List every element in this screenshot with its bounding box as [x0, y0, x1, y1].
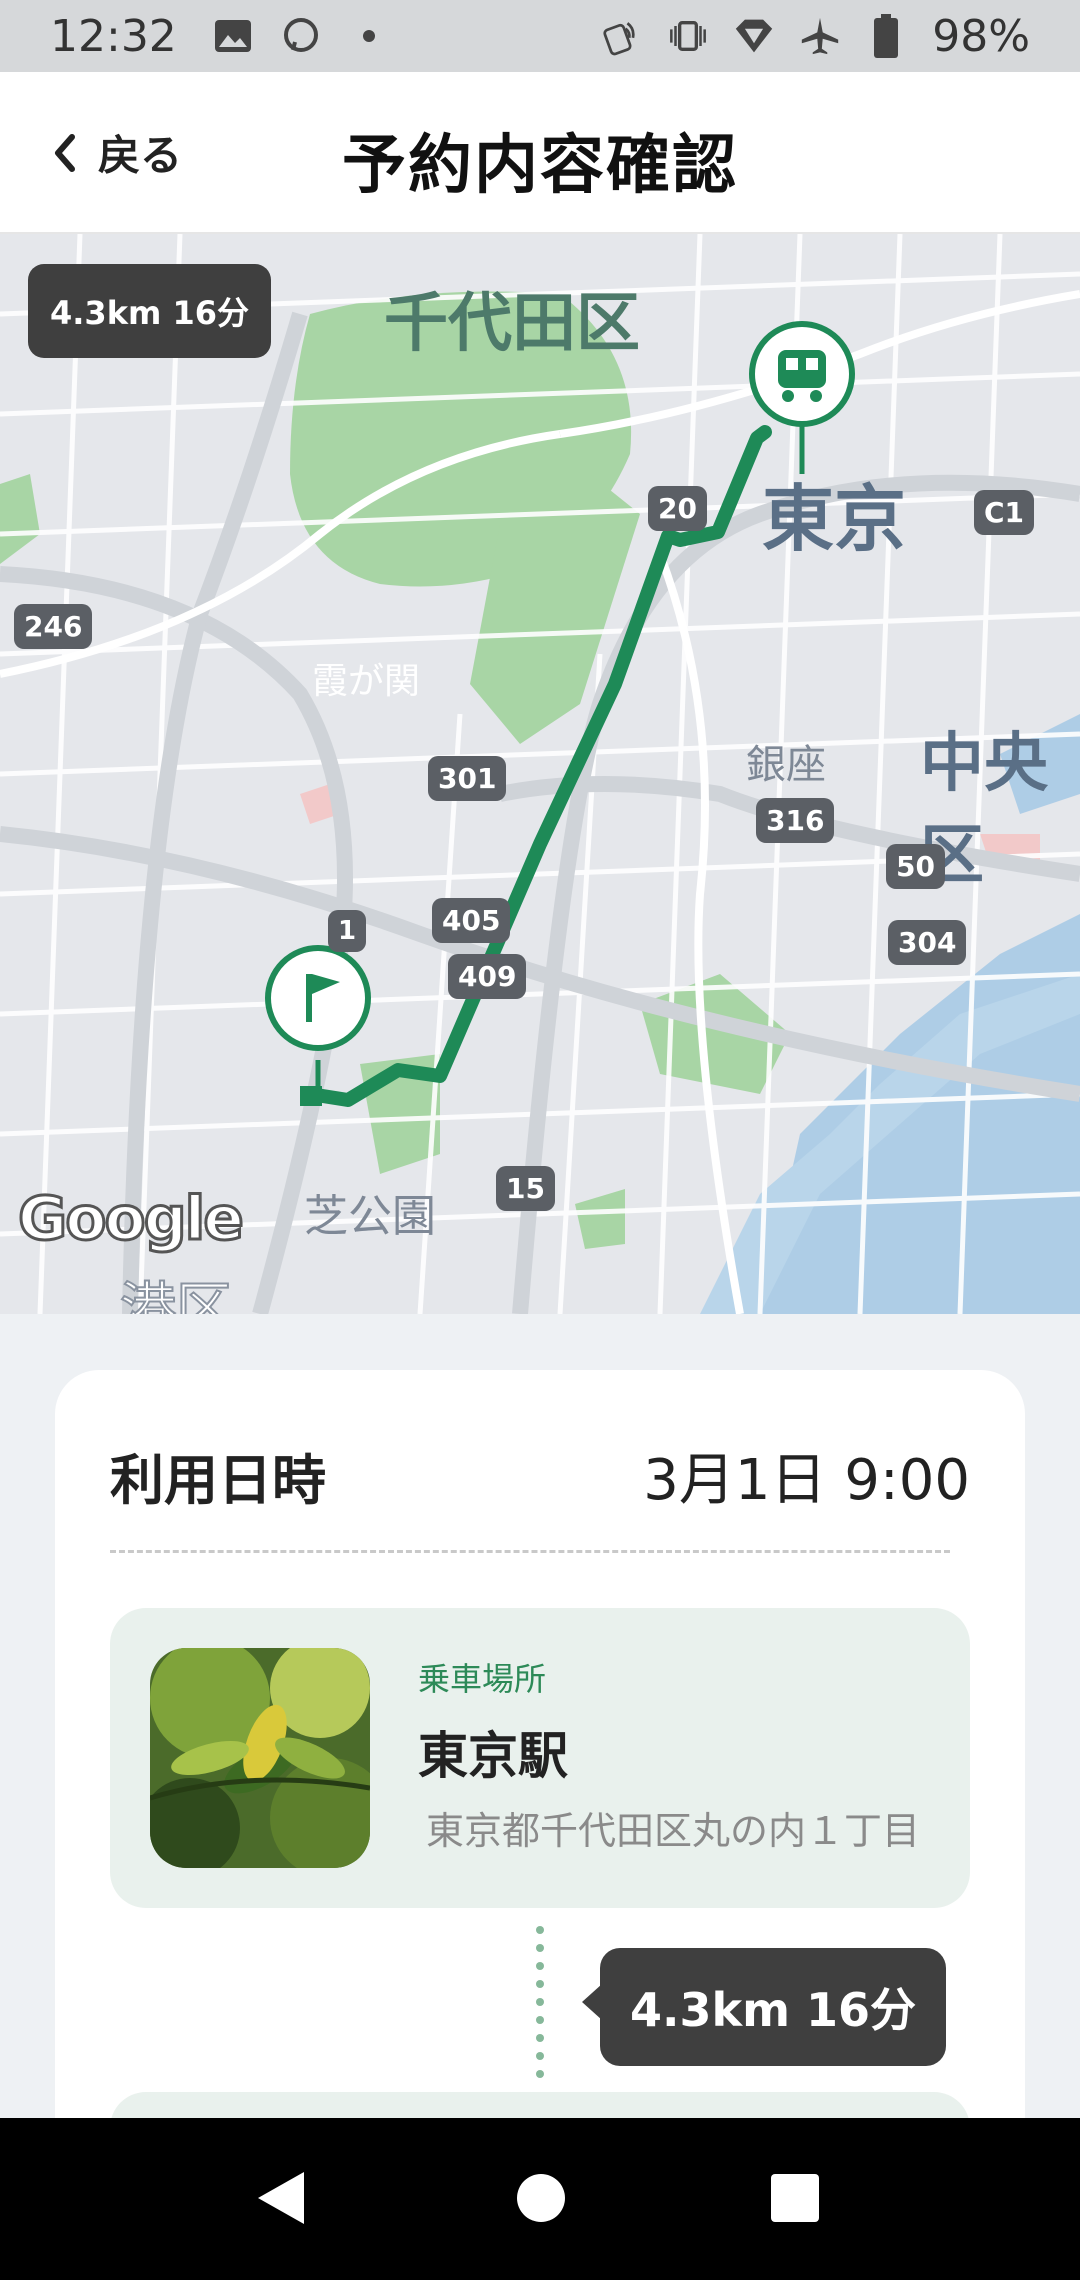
- road-shield: 405: [432, 898, 511, 943]
- map-label-tokyo: 東京: [762, 477, 907, 561]
- status-bar: 12:32 98%: [0, 0, 1080, 72]
- google-logo: Google: [17, 1183, 246, 1256]
- road-shield: C1: [974, 490, 1035, 535]
- road-shield: 20: [648, 486, 707, 531]
- map-distance-badge: 4.3km 16分: [28, 264, 271, 358]
- system-nav-bar: [0, 2118, 1080, 2280]
- map-label-minato: 港区: [119, 1276, 233, 1314]
- map-label-shiba-park: 芝公園: [304, 1191, 436, 1242]
- image-icon: [213, 16, 253, 56]
- datetime-row: 利用日時 3月1日 9:00: [110, 1430, 970, 1520]
- recents-nav-icon[interactable]: [769, 2172, 821, 2224]
- map-label-chiyoda: 千代田区: [384, 287, 640, 361]
- map-canvas: [0, 234, 1080, 1314]
- datetime-label: 利用日時: [110, 1448, 326, 1512]
- road-shield: 301: [428, 756, 507, 801]
- map-label-ginza: 銀座: [746, 742, 826, 788]
- pickup-photo: [150, 1648, 370, 1868]
- pickup-name: 東京駅: [418, 1727, 568, 1785]
- road-shield: 409: [448, 954, 527, 999]
- road-shield: 1: [328, 910, 367, 952]
- page-title: 予約内容確認: [342, 129, 738, 203]
- pickup-address: 東京都千代田区丸の内１丁目: [426, 1809, 921, 1853]
- app-header: 戻る 予約内容確認: [0, 72, 1080, 234]
- road-shield: 246: [14, 604, 93, 649]
- datetime-value: 3月1日 9:00: [643, 1447, 970, 1513]
- airplane-icon: [800, 16, 840, 56]
- segment-distance-bubble: 4.3km 16分: [581, 1948, 947, 2066]
- road-shield: 15: [496, 1166, 555, 1211]
- road-shield: 50: [886, 844, 945, 889]
- messenger-icon: [281, 16, 321, 56]
- nfc-icon: [602, 16, 642, 56]
- divider: [110, 1550, 950, 1553]
- route-map[interactable]: 4.3km 16分 千代田区 東京 中央区 銀座 芝公園 霞が関 港区 20 C…: [0, 234, 1080, 1314]
- home-nav-icon[interactable]: [515, 2172, 567, 2224]
- signal-icon: [734, 16, 774, 56]
- route-connector: [536, 1926, 544, 2086]
- battery-icon: [866, 14, 906, 58]
- road-shield: 316: [756, 798, 835, 843]
- map-label-kasumigaseki: 霞が関: [312, 661, 421, 702]
- back-nav-icon[interactable]: [254, 2168, 308, 2228]
- dot-icon: [349, 16, 389, 56]
- road-shield: 304: [888, 920, 967, 965]
- pickup-location-card[interactable]: 乗車場所 東京駅 東京都千代田区丸の内１丁目: [110, 1608, 970, 1908]
- status-time: 12:32: [50, 10, 177, 62]
- vibrate-icon: [668, 16, 708, 56]
- pickup-type: 乗車場所: [418, 1660, 547, 1698]
- battery-percent: 98%: [932, 10, 1030, 62]
